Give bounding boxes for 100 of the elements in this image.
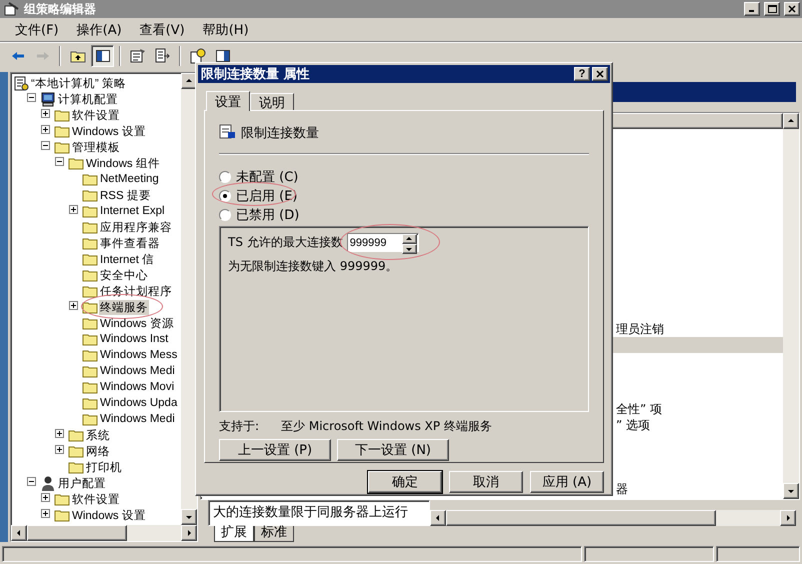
folder-icon <box>54 492 70 506</box>
minimize-button[interactable] <box>744 2 760 16</box>
tree-item[interactable]: Internet 信 <box>99 252 156 266</box>
previous-setting-button[interactable]: 上一设置 (P) <box>219 439 331 462</box>
menu-item[interactable]: 操作(A) <box>68 20 131 38</box>
tree-item[interactable]: 安全中心 <box>99 268 149 282</box>
folder-icon <box>82 284 98 298</box>
tree-item[interactable]: 软件设置 <box>71 492 121 506</box>
menu-item[interactable]: 查看(V) <box>130 20 194 38</box>
dialog-title: 限制连接数量 属性 <box>201 66 311 83</box>
view-tab[interactable]: 标准 <box>254 526 294 542</box>
expand-icon[interactable] <box>69 205 78 214</box>
vertical-scrollbar[interactable] <box>783 113 799 499</box>
expand-icon[interactable] <box>55 445 64 454</box>
dialog-button[interactable]: 取消 <box>449 471 523 493</box>
tree-item[interactable]: Windows 组件 <box>85 156 161 170</box>
folder-icon <box>68 428 84 442</box>
tree-item[interactable]: 软件设置 <box>71 108 121 122</box>
tree-item[interactable]: Windows 资源 <box>99 316 175 330</box>
tree-item[interactable]: Windows Medi <box>99 365 176 377</box>
folder-icon <box>82 236 98 250</box>
folder-icon <box>82 396 98 410</box>
tree-item[interactable]: Windows Mess <box>99 349 178 361</box>
radio-label[interactable]: 已禁用 (D) <box>236 206 300 224</box>
maximize-icon <box>768 5 776 13</box>
computer-icon <box>40 92 56 106</box>
folder-icon <box>68 460 84 474</box>
radio-button[interactable] <box>219 208 231 221</box>
tree-item[interactable]: Windows Movi <box>99 381 176 393</box>
folder-icon <box>54 108 70 122</box>
scroll-down-icon <box>787 487 795 495</box>
radio-button[interactable] <box>219 170 231 183</box>
folder-icon <box>82 316 98 330</box>
folder-icon <box>82 252 98 266</box>
tree-item[interactable]: 打印机 <box>85 460 123 474</box>
view-tab[interactable]: 扩展 <box>214 526 254 542</box>
dialog-button[interactable]: 确定 <box>368 471 442 493</box>
tree-item[interactable]: 管理模板 <box>71 140 121 154</box>
tree-item[interactable]: 用户配置 <box>57 476 107 490</box>
close-button[interactable] <box>592 67 608 81</box>
dialog-button[interactable]: 应用 (A) <box>530 471 604 493</box>
menu-item[interactable]: 帮助(H) <box>194 20 258 38</box>
setting-name: 限制连接数量 <box>241 125 319 142</box>
folder-icon <box>82 220 98 234</box>
folder-icon <box>82 188 98 202</box>
collapse-icon[interactable] <box>41 141 50 150</box>
tree-item[interactable]: Windows Upda <box>99 397 178 409</box>
folder-up-icon <box>70 48 86 62</box>
scroll-up-icon <box>787 117 795 125</box>
menu-item[interactable]: 文件(F) <box>6 20 68 38</box>
expand-icon[interactable] <box>41 509 50 518</box>
expand-icon[interactable] <box>41 109 50 118</box>
tree-item[interactable]: 应用程序兼容 <box>99 220 173 234</box>
collapse-icon[interactable] <box>27 93 36 102</box>
scroll-down-icon <box>185 513 193 521</box>
collapse-icon[interactable] <box>27 477 36 486</box>
horizontal-scrollbar[interactable] <box>11 525 197 541</box>
tree-item[interactable]: Windows Medi <box>99 413 176 425</box>
toolbar-button[interactable] <box>91 44 114 66</box>
scroll-right-icon <box>185 529 193 537</box>
expand-icon[interactable] <box>41 125 50 134</box>
tree-item[interactable]: 网络 <box>85 444 111 458</box>
tree-item[interactable]: Windows Inst <box>99 333 170 345</box>
scroll-up-icon <box>185 77 193 85</box>
help-button[interactable]: ? <box>574 67 590 81</box>
dialog-tab[interactable]: 设置 <box>206 91 250 112</box>
collapse-icon[interactable] <box>55 157 64 166</box>
maximize-button[interactable] <box>764 2 780 16</box>
number-spin-field[interactable]: 999999 <box>346 233 419 252</box>
hint-text: 为无限制连接数键入 999999。 <box>228 258 399 276</box>
tree-item[interactable]: RSS 提要 <box>99 188 152 202</box>
supported-text: 至少 Microsoft Windows XP 终端服务 <box>281 418 492 436</box>
folder-icon <box>68 444 84 458</box>
expand-icon[interactable] <box>69 301 78 310</box>
tree-item[interactable]: Windows 设置 <box>71 124 147 138</box>
horizontal-scrollbar[interactable] <box>430 510 796 526</box>
tree-item[interactable]: 终端服务 <box>99 300 149 314</box>
close-icon <box>788 5 796 13</box>
forward-arrow-icon <box>36 50 50 60</box>
scroll-right-icon <box>784 514 792 522</box>
radio-label[interactable]: 未配置 (C) <box>236 168 298 186</box>
radio-button[interactable] <box>219 190 231 202</box>
dialog-tab[interactable]: 说明 <box>250 93 294 110</box>
tree-item[interactable]: 系统 <box>85 428 111 442</box>
next-setting-button[interactable]: 下一设置 (N) <box>337 439 449 462</box>
folder-icon <box>68 156 84 170</box>
scroll-left-icon <box>434 514 442 522</box>
tree-item[interactable]: NetMeeting <box>99 173 160 185</box>
expand-icon[interactable] <box>55 429 64 438</box>
expand-icon[interactable] <box>41 493 50 502</box>
tree-item[interactable]: 事件查看器 <box>99 236 161 250</box>
folder-icon <box>82 380 98 394</box>
tree-item[interactable]: Internet Expl <box>99 205 166 217</box>
folder-icon <box>82 332 98 346</box>
close-button[interactable] <box>784 2 800 16</box>
tree-item[interactable]: “本地计算机” 策略 <box>30 76 127 90</box>
folder-icon <box>54 124 70 138</box>
tree-item[interactable]: 计算机配置 <box>57 92 119 106</box>
tree-item[interactable]: Windows 设置 <box>71 508 147 522</box>
tree-pane-icon <box>96 50 110 62</box>
